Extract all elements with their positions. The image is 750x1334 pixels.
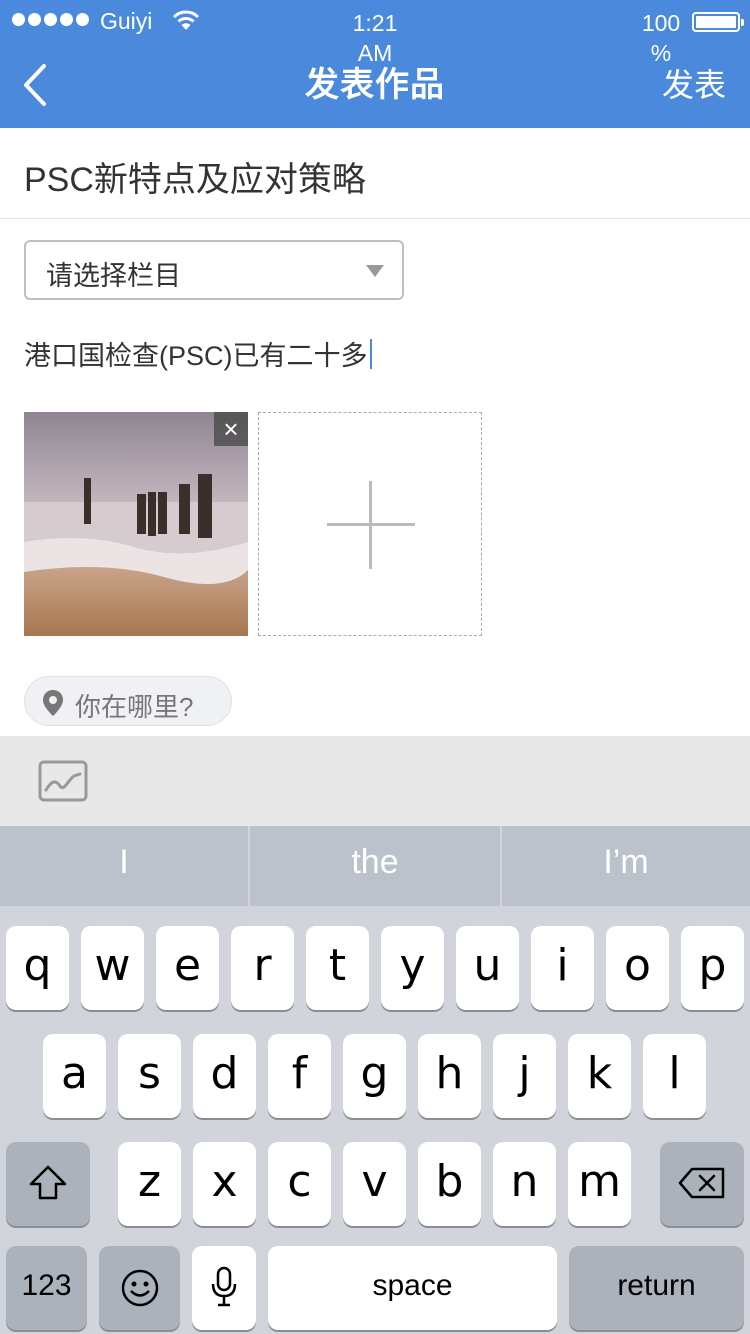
key-j[interactable]: j <box>493 1034 556 1118</box>
location-button[interactable]: 你在哪里? <box>24 676 232 726</box>
key-b[interactable]: b <box>418 1142 481 1226</box>
microphone-icon <box>211 1266 237 1307</box>
key-p[interactable]: p <box>681 926 744 1010</box>
dropdown-arrow-icon <box>366 265 384 277</box>
insert-image-icon[interactable] <box>38 760 88 802</box>
category-select-value: 请选择栏目 <box>46 261 181 291</box>
shift-key[interactable] <box>6 1142 90 1226</box>
add-photo-button[interactable] <box>258 412 482 636</box>
key-i[interactable]: i <box>531 926 594 1010</box>
key-t[interactable]: t <box>306 926 369 1010</box>
key-y[interactable]: y <box>381 926 444 1010</box>
key-w[interactable]: w <box>81 926 144 1010</box>
publish-button[interactable]: 发表 <box>662 62 726 108</box>
key-v[interactable]: v <box>343 1142 406 1226</box>
numbers-key[interactable]: 123 <box>6 1246 87 1330</box>
key-s[interactable]: s <box>118 1034 181 1118</box>
dictation-key[interactable] <box>192 1246 256 1330</box>
app-header: Guiyi 1:21 AM 100 % 发表作品 发表 <box>0 0 750 128</box>
key-m[interactable]: m <box>568 1142 631 1226</box>
suggestion-1[interactable]: I <box>0 826 248 906</box>
key-k[interactable]: k <box>568 1034 631 1118</box>
key-q[interactable]: q <box>6 926 69 1010</box>
status-time: 1:21 AM <box>352 10 398 66</box>
back-chevron-icon[interactable] <box>18 62 58 108</box>
battery-icon <box>692 12 744 32</box>
key-a[interactable]: a <box>43 1034 106 1118</box>
emoji-smiley-icon <box>121 1269 158 1307</box>
location-label: 你在哪里? <box>75 692 194 722</box>
page-title: 发表作品 <box>305 66 445 104</box>
post-body-field[interactable]: 港口国检查(PSC)已有二十多 <box>24 334 372 373</box>
key-c[interactable]: c <box>268 1142 331 1226</box>
plus-icon-vertical <box>369 481 372 569</box>
location-pin-icon <box>43 690 63 716</box>
carrier-name: Guiyi <box>100 8 153 34</box>
key-u[interactable]: u <box>456 926 519 1010</box>
suggestion-bar: I the I’m <box>0 826 750 906</box>
emoji-key[interactable] <box>99 1246 180 1330</box>
backspace-key[interactable] <box>660 1142 744 1226</box>
backspace-icon <box>678 1167 725 1199</box>
shift-arrow-icon <box>29 1165 67 1200</box>
post-title-text: PSC新特点及应对策略 <box>24 161 366 199</box>
wifi-icon <box>172 10 200 30</box>
key-n[interactable]: n <box>493 1142 556 1226</box>
suggestion-2[interactable]: the <box>250 826 500 906</box>
post-body-text: 港口国检查(PSC)已有二十多 <box>24 341 368 371</box>
key-e[interactable]: e <box>156 926 219 1010</box>
post-title-field[interactable]: PSC新特点及应对策略 <box>0 128 750 219</box>
status-bar: Guiyi 1:21 AM 100 % <box>0 0 750 66</box>
key-d[interactable]: d <box>193 1034 256 1118</box>
signal-icon <box>12 13 89 26</box>
key-h[interactable]: h <box>418 1034 481 1118</box>
category-select[interactable]: 请选择栏目 <box>24 240 404 300</box>
onscreen-keyboard: I the I’m q w e r t y u i o p a s d f g … <box>0 826 750 1334</box>
key-z[interactable]: z <box>118 1142 181 1226</box>
suggestion-3[interactable]: I’m <box>502 826 750 906</box>
key-o[interactable]: o <box>606 926 669 1010</box>
space-key[interactable]: space <box>268 1246 557 1330</box>
remove-photo-close-icon[interactable]: × <box>214 412 248 446</box>
key-f[interactable]: f <box>268 1034 331 1118</box>
key-g[interactable]: g <box>343 1034 406 1118</box>
return-key[interactable]: return <box>569 1246 744 1330</box>
battery-percent: 100 % <box>641 10 681 66</box>
text-caret <box>369 338 372 369</box>
key-l[interactable]: l <box>643 1034 706 1118</box>
key-x[interactable]: x <box>193 1142 256 1226</box>
key-r[interactable]: r <box>231 926 294 1010</box>
editor-toolbar <box>0 736 750 826</box>
